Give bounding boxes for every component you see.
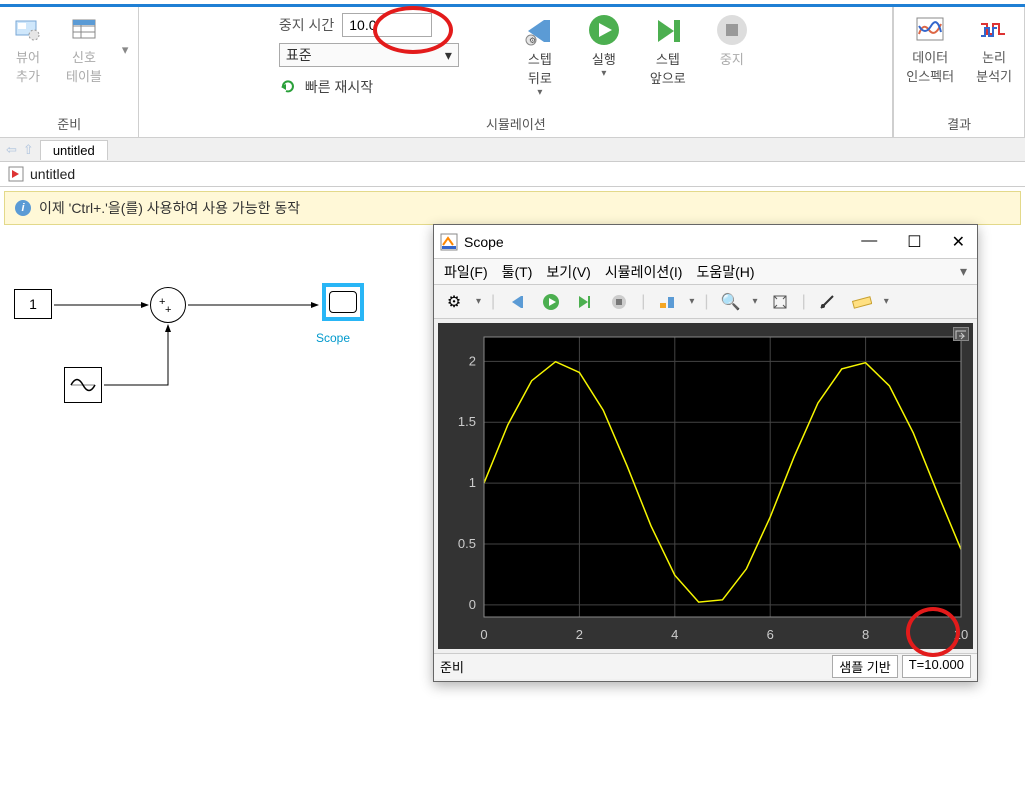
inspector-icon [914,15,946,43]
gear-icon: ⚙ [447,292,461,312]
model-tab[interactable]: untitled [40,140,108,160]
scope-menubar: 파일(F) 툴(T) 보기(V) 시뮬레이션(I) 도움말(H) ▾ [434,259,977,285]
scope-statusbar: 준비 샘플 기반 T=10.000 [434,653,977,679]
model-icon [8,166,24,182]
nav-bar: ⇦ ⇧ untitled [0,138,1025,162]
group-label-simulation: 시뮬레이션 [486,114,546,133]
simulation-mode-dropdown[interactable]: 표준 ▾ [279,43,459,67]
stop-time-input[interactable] [342,13,432,37]
table-icon [68,15,100,43]
svg-text:+: + [165,304,171,315]
svg-text:10: 10 [954,627,968,642]
svg-text:0.5: 0.5 [458,536,476,551]
scope-title: Scope [464,234,504,250]
scope-titlebar[interactable]: Scope — ☐ ✕ [434,225,977,259]
zoom-button[interactable]: 🔍 [719,290,743,314]
nav-up-icon[interactable]: ⇧ [23,142,34,158]
ruler-button[interactable] [850,290,874,314]
dropdown-arrow-icon[interactable]: ▾ [753,296,758,307]
measure-button[interactable] [816,290,840,314]
dropdown-arrow-icon[interactable]: ▾ [884,296,889,307]
sine-wave-block[interactable] [64,367,102,403]
info-icon: i [15,200,31,216]
zoom-icon: 🔍 [721,292,741,312]
step-forward-icon [647,13,689,49]
constant-block[interactable]: 1 [14,289,52,319]
step-back-icon: ⚙ [519,13,561,49]
signal-table-button[interactable]: 신호 테이블 [64,13,104,87]
svg-text:6: 6 [767,627,774,642]
group-label-prepare: 준비 [57,114,81,133]
svg-text:1.5: 1.5 [458,414,476,429]
viewer-add-button[interactable]: 뷰어 추가 [10,13,46,87]
group-label-results: 결과 [947,114,971,133]
menu-simulation[interactable]: 시뮬레이션(I) [605,262,683,282]
run-button[interactable]: 실행 ▾ [583,13,625,79]
svg-text:⚙: ⚙ [529,36,536,45]
scope-plot[interactable]: 0 2 4 6 8 10 0 0.5 1 1.5 2 [438,323,973,649]
close-button[interactable]: ✕ [952,232,965,252]
autoscale-button[interactable] [768,290,792,314]
sum-block[interactable]: ++ [150,287,186,323]
plus-icon: ++ [158,295,178,315]
run-tb-button[interactable] [539,290,563,314]
status-ready: 준비 [440,657,464,676]
svg-text:0: 0 [480,627,487,642]
sine-icon [68,372,98,398]
stop-tb-button[interactable] [607,290,631,314]
simulink-logo-icon [440,233,458,251]
logic-analyzer-button[interactable]: 논리 분석기 [974,13,1014,87]
scope-block-label: Scope [316,331,350,345]
menu-more-icon[interactable]: ▾ [960,263,967,280]
viewer-icon [12,15,44,43]
stop-time-field: 중지 시간 [279,13,459,37]
svg-text:2: 2 [469,353,476,368]
logic-icon [978,15,1010,43]
svg-text:4: 4 [671,627,678,642]
nav-back-icon[interactable]: ⇦ [6,142,17,158]
info-bar: i 이제 'Ctrl+.'을(를) 사용하여 사용 가능한 동작 [4,191,1021,225]
dropdown-arrow-icon[interactable]: ▾ [122,42,129,58]
svg-text:1: 1 [469,475,476,490]
minimize-button[interactable]: — [861,232,877,252]
stop-icon [711,13,753,49]
highlight-button[interactable] [655,290,679,314]
restart-icon [279,79,299,95]
step-fwd-tb-button[interactable] [573,290,597,314]
scope-toolbar: ⚙ ▾ | | ▾ | 🔍 ▾ | ▾ [434,285,977,319]
model-subtitle: untitled [0,162,1025,187]
svg-text:0: 0 [469,597,476,612]
status-sample: 샘플 기반 [832,655,897,678]
menu-file[interactable]: 파일(F) [444,262,488,282]
menu-help[interactable]: 도움말(H) [696,262,754,282]
step-forward-button[interactable]: 스텝 앞으로 [647,13,689,87]
settings-button[interactable]: ⚙ [442,290,466,314]
data-inspector-button[interactable]: 데이터 인스펙터 [904,13,956,87]
dropdown-arrow-icon[interactable]: ▾ [476,296,481,307]
menu-view[interactable]: 보기(V) [546,262,590,282]
play-icon [583,13,625,49]
status-time: T=10.000 [902,655,971,678]
step-back-button[interactable]: ⚙ 스텝 뒤로 ▾ [519,13,561,98]
svg-text:8: 8 [862,627,869,642]
menu-tool[interactable]: 툴(T) [502,262,533,282]
ribbon-group-prepare: 뷰어 추가 신호 테이블 ▾ 준비 [0,7,139,137]
svg-text:2: 2 [576,627,583,642]
ribbon-group-simulation: 중지 시간 표준 ▾ 빠른 재시작 ⚙ 스텝 뒤 [139,7,893,137]
scope-window: Scope — ☐ ✕ 파일(F) 툴(T) 보기(V) 시뮬레이션(I) 도움… [433,224,978,682]
quick-restart-button[interactable]: 빠른 재시작 [279,77,459,97]
dropdown-arrow-icon[interactable]: ▾ [689,296,694,307]
maximize-button[interactable]: ☐ [907,232,921,252]
scope-block[interactable] [322,283,364,321]
ribbon-group-results: 데이터 인스펙터 논리 분석기 결과 [893,7,1025,137]
toolstrip-ribbon: 뷰어 추가 신호 테이블 ▾ 준비 중지 시간 표준 ▾ [0,4,1025,138]
maximize-axes-icon[interactable] [953,327,969,341]
dropdown-arrow-icon: ▾ [445,47,452,64]
step-back-tb-button[interactable] [505,290,529,314]
stop-button[interactable]: 중지 [711,13,753,68]
